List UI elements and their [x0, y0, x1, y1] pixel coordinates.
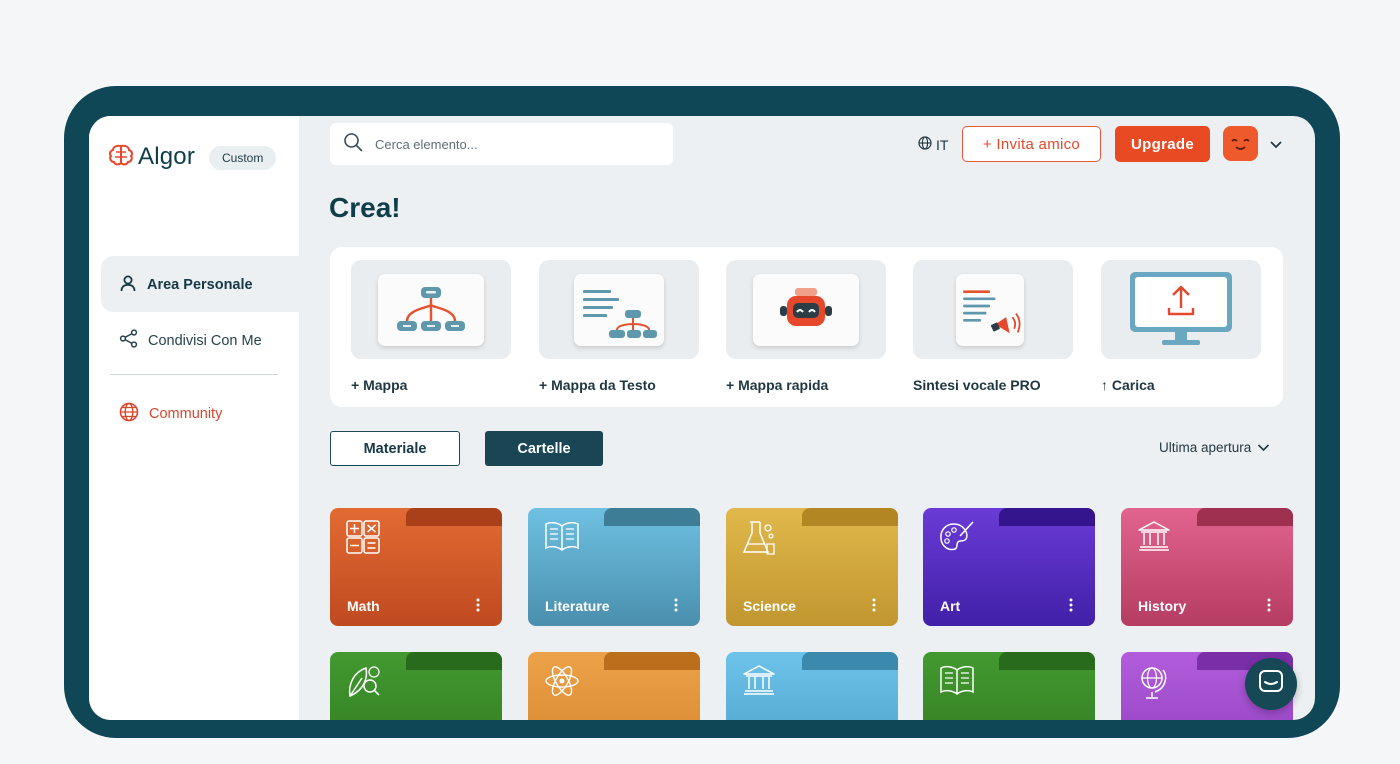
flask-icon — [742, 520, 776, 561]
leaf-search-icon — [346, 664, 382, 705]
create-item-label: + Mappa — [351, 377, 408, 393]
chevron-down-icon[interactable] — [1269, 136, 1283, 154]
page-title: Crea! — [329, 192, 401, 223]
chevron-down-icon — [1257, 440, 1270, 455]
mind-map-icon — [378, 273, 484, 346]
search-icon — [343, 132, 363, 157]
create-sintesi-vocale-button[interactable]: Sintesi vocale PRO — [913, 260, 1073, 393]
create-mappa-rapida-button[interactable]: + Mappa rapida — [726, 260, 886, 393]
chat-icon — [1258, 669, 1284, 700]
folder-card[interactable]: Art — [923, 508, 1095, 626]
tab-materiale[interactable]: Materiale — [330, 431, 460, 466]
app-window: Algor Custom Area Personale Condivisi Co… — [89, 116, 1315, 720]
search-bar[interactable] — [330, 123, 673, 165]
folder-card[interactable]: Science — [726, 508, 898, 626]
search-input[interactable] — [375, 136, 635, 152]
sidebar-item-condivisi[interactable]: Condivisi Con Me — [119, 329, 262, 352]
folder-name: History — [1138, 598, 1187, 614]
museum-icon — [1137, 520, 1171, 557]
book-icon — [939, 664, 975, 701]
palette-icon — [939, 520, 975, 559]
create-panel: + Mappa + Mappa da Testo + Mappa rapida … — [330, 247, 1283, 407]
folder-card[interactable] — [726, 652, 898, 720]
text-to-map-icon — [574, 273, 664, 346]
share-icon — [119, 329, 138, 352]
folder-name: Math — [347, 598, 380, 614]
logo[interactable]: Algor — [108, 143, 195, 171]
robot-icon — [753, 273, 859, 346]
folder-name: Literature — [545, 598, 610, 614]
more-options-icon[interactable] — [674, 598, 678, 617]
upload-button[interactable]: ↑ Carica — [1101, 260, 1261, 393]
create-item-label: + Mappa rapida — [726, 377, 829, 393]
folder-card[interactable] — [923, 652, 1095, 720]
create-item-label: Sintesi vocale PRO — [913, 377, 1041, 393]
tab-cartelle[interactable]: Cartelle — [485, 431, 603, 466]
sidebar-item-area-personale[interactable]: Area Personale — [119, 274, 253, 296]
sidebar: Algor Custom Area Personale Condivisi Co… — [89, 116, 299, 720]
language-code: IT — [936, 136, 949, 153]
more-options-icon[interactable] — [1267, 598, 1271, 617]
calculator-icon — [346, 520, 380, 559]
plan-badge: Custom — [209, 146, 277, 170]
create-item-label: ↑ Carica — [1101, 377, 1155, 393]
folder-card[interactable]: Literature — [528, 508, 700, 626]
museum-icon — [742, 664, 776, 701]
create-mappa-button[interactable]: + Mappa — [351, 260, 511, 393]
avatar[interactable] — [1223, 126, 1258, 161]
brand-block: Algor Custom — [89, 116, 299, 256]
brain-logo-icon — [108, 144, 134, 171]
sidebar-item-label: Area Personale — [147, 277, 253, 293]
text-to-speech-icon — [956, 273, 1024, 346]
sidebar-item-community[interactable]: Community — [119, 402, 222, 426]
user-icon — [119, 274, 137, 296]
chat-support-button[interactable] — [1245, 658, 1297, 710]
folder-card[interactable] — [330, 652, 502, 720]
smiley-face-icon — [1231, 138, 1250, 150]
sidebar-item-label: Condivisi Con Me — [148, 332, 262, 349]
folder-card[interactable]: History — [1121, 508, 1293, 626]
upload-monitor-icon — [1130, 271, 1232, 345]
folder-name: Science — [743, 598, 796, 614]
more-options-icon[interactable] — [476, 598, 480, 617]
invite-friend-button[interactable]: + Invita amico — [962, 126, 1101, 162]
sort-dropdown[interactable]: Ultima apertura — [1159, 440, 1270, 455]
create-mappa-da-testo-button[interactable]: + Mappa da Testo — [539, 260, 699, 393]
folder-name: Art — [940, 598, 961, 614]
sidebar-item-label: Community — [149, 406, 223, 422]
globe-icon — [918, 136, 932, 153]
folder-card[interactable]: Math — [330, 508, 502, 626]
brand-name: Algor — [138, 143, 196, 170]
folder-card[interactable] — [528, 652, 700, 720]
sidebar-divider — [110, 374, 278, 375]
more-options-icon[interactable] — [872, 598, 876, 617]
create-item-label: + Mappa da Testo — [539, 377, 656, 393]
language-selector[interactable]: IT — [918, 136, 948, 153]
sort-label: Ultima apertura — [1159, 440, 1252, 455]
more-options-icon[interactable] — [1069, 598, 1073, 617]
atom-icon — [544, 664, 580, 703]
globe-stand-icon — [1137, 664, 1171, 705]
globe-icon — [119, 402, 139, 426]
upgrade-button[interactable]: Upgrade — [1115, 126, 1210, 162]
book-icon — [544, 520, 580, 557]
